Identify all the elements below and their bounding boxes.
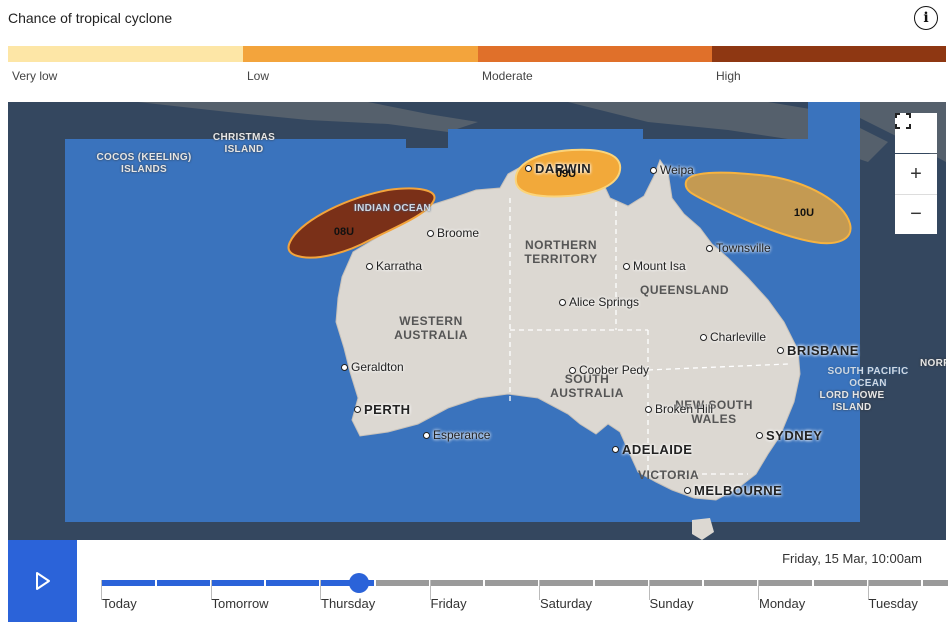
city-brisbane: BRISBANE bbox=[777, 343, 859, 358]
legend-swatch-low bbox=[243, 46, 478, 62]
legend: Very low Low Moderate High bbox=[8, 46, 946, 86]
timeline-segment[interactable] bbox=[211, 580, 265, 586]
city-broome: Broome bbox=[427, 226, 479, 240]
city-weipa: Weipa bbox=[650, 163, 694, 177]
timeline-segment[interactable] bbox=[923, 580, 948, 586]
storm-10u-label[interactable]: 10U bbox=[794, 207, 814, 219]
legend-swatch-high bbox=[712, 46, 946, 62]
label-lord-howe-island: LORD HOWE ISLAND bbox=[819, 390, 885, 413]
legend-swatch-very-low bbox=[8, 46, 243, 62]
city-dot-icon bbox=[525, 165, 532, 172]
label-norfolk: NORFOLK bbox=[920, 358, 946, 369]
city-karratha: Karratha bbox=[366, 259, 422, 273]
timeline-segment[interactable] bbox=[649, 580, 703, 586]
timeline-knob[interactable] bbox=[349, 573, 370, 593]
label-western-australia: WESTERN AUSTRALIA bbox=[394, 314, 468, 342]
day-label[interactable]: Tuesday bbox=[869, 596, 918, 611]
city-mount-isa: Mount Isa bbox=[623, 259, 686, 273]
timeline-segment[interactable] bbox=[594, 580, 648, 586]
day-label[interactable]: Saturday bbox=[540, 596, 592, 611]
fullscreen-button[interactable] bbox=[895, 113, 937, 153]
day-label[interactable]: Thursday bbox=[321, 596, 375, 611]
timeline-segment[interactable] bbox=[430, 580, 484, 586]
legend-label-very-low: Very low bbox=[12, 69, 58, 83]
label-northern-territory: NORTHERN TERRITORY bbox=[524, 238, 598, 266]
city-dot-icon bbox=[341, 363, 348, 371]
page-title: Chance of tropical cyclone bbox=[8, 10, 173, 26]
legend-label-high: High bbox=[716, 69, 741, 83]
legend-label-moderate: Moderate bbox=[482, 69, 533, 83]
city-dot-icon bbox=[427, 229, 434, 237]
zoom-in-button[interactable]: + bbox=[895, 154, 937, 194]
city-perth: PERTH bbox=[354, 402, 411, 417]
day-label[interactable]: Sunday bbox=[650, 596, 694, 611]
city-dot-icon bbox=[366, 262, 373, 270]
city-dot-icon bbox=[559, 298, 566, 306]
city-dot-icon bbox=[423, 431, 430, 439]
map[interactable]: INDIAN OCEAN SOUTH PACIFIC OCEAN CHRISTMA… bbox=[8, 102, 946, 540]
header: Chance of tropical cyclone i bbox=[0, 0, 948, 40]
legend-swatch-moderate bbox=[478, 46, 712, 62]
city-dot-icon bbox=[354, 406, 361, 413]
city-alice-springs: Alice Springs bbox=[559, 295, 639, 309]
storm-09u-label[interactable]: 09U bbox=[556, 168, 576, 180]
label-christmas-island: CHRISTMAS ISLAND bbox=[212, 132, 276, 155]
city-sydney: SYDNEY bbox=[756, 428, 822, 443]
timeline-segment[interactable] bbox=[813, 580, 867, 586]
city-townsville: Townsville bbox=[706, 241, 771, 255]
fullscreen-icon bbox=[895, 113, 911, 129]
legend-label-low: Low bbox=[247, 69, 270, 83]
city-dot-icon bbox=[756, 432, 763, 439]
city-dot-icon bbox=[650, 166, 657, 174]
day-label[interactable]: Friday bbox=[431, 596, 467, 611]
play-button[interactable] bbox=[8, 540, 77, 622]
timeline-segment[interactable] bbox=[759, 580, 812, 586]
current-date-label: Friday, 15 Mar, 10:00am bbox=[782, 551, 922, 566]
timeline-segment[interactable] bbox=[266, 580, 319, 586]
timeline-segment[interactable] bbox=[485, 580, 538, 586]
label-south-pacific-ocean: SOUTH PACIFIC OCEAN bbox=[827, 366, 909, 389]
label-victoria: VICTORIA bbox=[638, 468, 700, 482]
city-geraldton: Geraldton bbox=[341, 360, 404, 374]
storm-08u-label[interactable]: 08U bbox=[334, 226, 354, 238]
city-broken-hill: Broken Hill bbox=[645, 402, 713, 416]
day-label[interactable]: Monday bbox=[759, 596, 805, 611]
label-indian-ocean: INDIAN OCEAN bbox=[354, 203, 431, 214]
day-label[interactable]: Today bbox=[102, 596, 137, 611]
timeline-segment[interactable] bbox=[102, 580, 155, 586]
label-queensland: QUEENSLAND bbox=[640, 283, 730, 297]
timeline-segment[interactable] bbox=[868, 580, 922, 586]
timeline: Friday, 15 Mar, 10:00am Today Tomorrow Thu… bbox=[8, 540, 948, 622]
city-esperance: Esperance bbox=[423, 428, 490, 442]
timeline-segment[interactable] bbox=[375, 580, 429, 586]
city-dot-icon bbox=[684, 487, 691, 494]
city-dot-icon bbox=[706, 244, 713, 252]
label-cocos-islands: COCOS (KEELING) ISLANDS bbox=[96, 152, 192, 175]
city-dot-icon bbox=[623, 262, 630, 270]
city-adelaide: ADELAIDE bbox=[612, 442, 692, 457]
city-dot-icon bbox=[777, 347, 784, 354]
city-dot-icon bbox=[645, 405, 652, 413]
city-dot-icon bbox=[612, 446, 619, 453]
day-label[interactable]: Tomorrow bbox=[212, 596, 269, 611]
city-charleville: Charleville bbox=[700, 330, 766, 344]
city-coober-pedy: Coober Pedy bbox=[569, 363, 649, 377]
play-icon bbox=[35, 572, 50, 590]
info-icon[interactable]: i bbox=[914, 6, 938, 30]
city-melbourne: MELBOURNE bbox=[684, 483, 782, 498]
timeline-segment[interactable] bbox=[704, 580, 757, 586]
timeline-segment[interactable] bbox=[156, 580, 210, 586]
city-dot-icon bbox=[700, 333, 707, 341]
timeline-segment[interactable] bbox=[540, 580, 593, 586]
city-dot-icon bbox=[569, 366, 576, 374]
zoom-out-button[interactable]: − bbox=[895, 194, 937, 234]
